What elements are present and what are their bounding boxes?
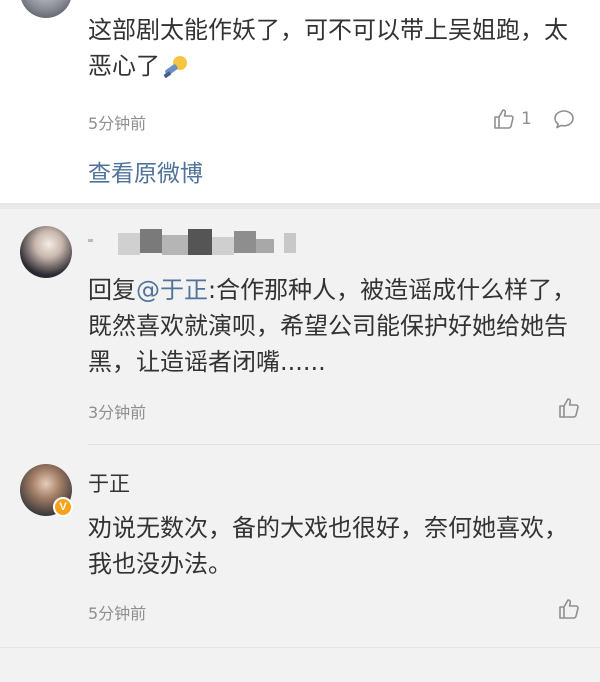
mention-link[interactable]: @于正: [136, 276, 208, 304]
mic-emoji-icon: [162, 54, 190, 80]
reply-text: 回复@于正:合作那种人，被造谣成什么样了，既然喜欢就演呗，希望公司能保护好她给她…: [88, 272, 588, 380]
reply-like-button[interactable]: [558, 397, 580, 419]
verified-badge-icon: V: [53, 497, 73, 517]
reply-like-button[interactable]: [558, 598, 580, 620]
thumbs-up-icon: [558, 598, 580, 620]
thumbs-up-icon: [558, 397, 580, 419]
like-count: 1: [521, 109, 532, 129]
reply-prefix: 回复: [88, 276, 136, 304]
reply-username[interactable]: 于正: [88, 468, 130, 498]
reply-avatar[interactable]: [20, 226, 72, 278]
top-comment-time: 5分钟前: [88, 114, 147, 133]
top-comment-body: 这部剧太能作妖了，可不可以带上吴姐跑，太恶心了: [88, 16, 568, 80]
view-original-weibo-link[interactable]: 查看原微博: [88, 154, 203, 188]
comment-button[interactable]: [553, 108, 575, 130]
blurred-username: [88, 229, 303, 257]
reply-time: 5分钟前: [88, 604, 147, 623]
reply-text: 劝说无数次，备的大戏也很好，奈何她喜欢，我也没办法。: [88, 514, 568, 578]
like-button[interactable]: 1: [493, 108, 532, 130]
comment-bubble-icon: [553, 108, 575, 130]
bottom-divider: [0, 647, 600, 648]
reply-time: 3分钟前: [88, 403, 147, 422]
top-comment-text: 这部剧太能作妖了，可不可以带上吴姐跑，太恶心了: [88, 12, 588, 84]
reply-divider: [88, 444, 600, 445]
thumbs-up-icon: [493, 108, 515, 130]
